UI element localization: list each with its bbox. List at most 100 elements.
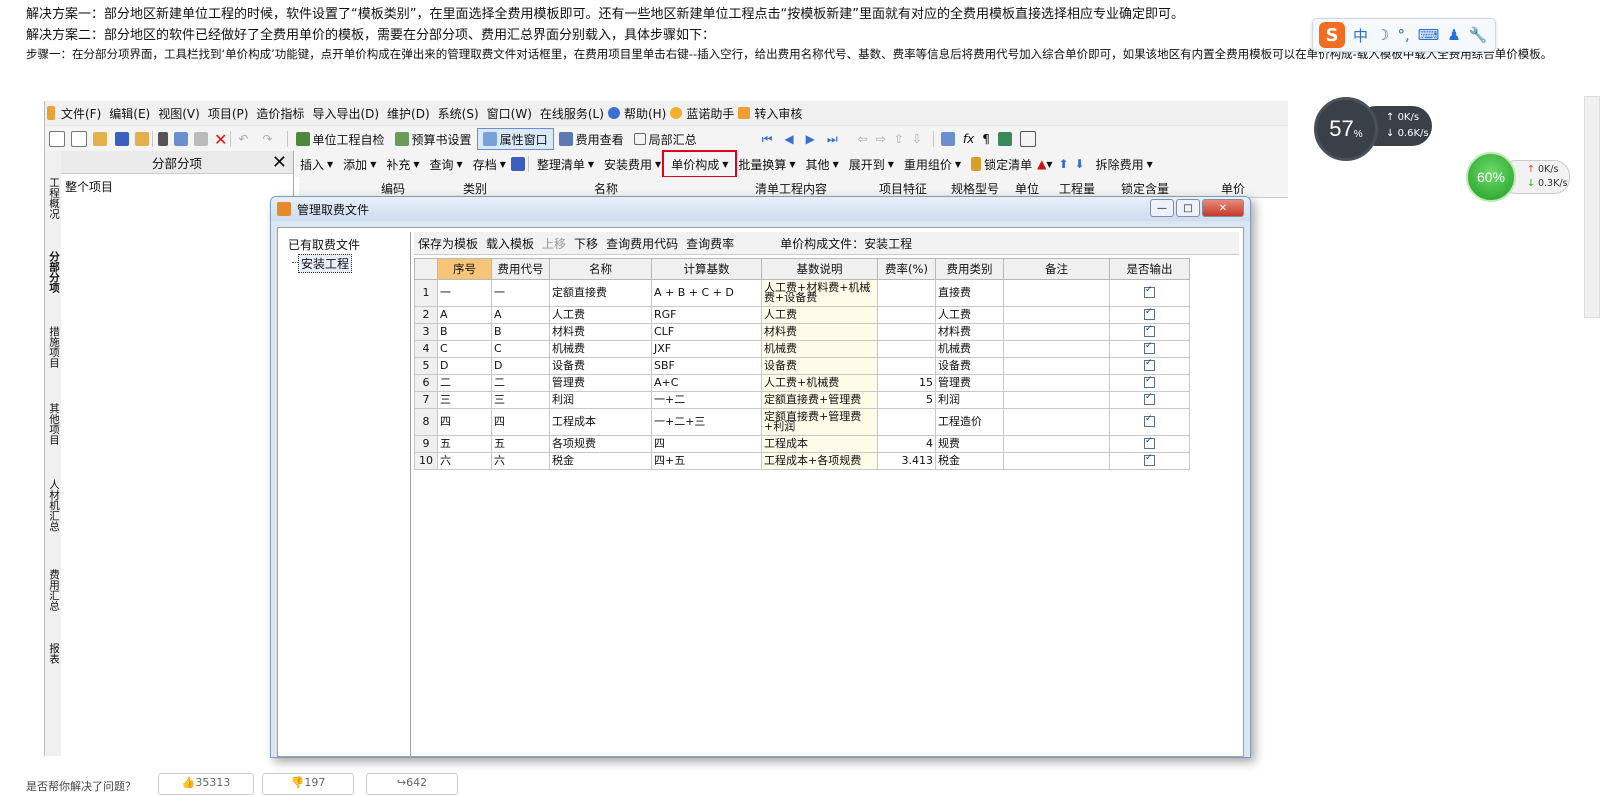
type-cell[interactable]: 人工费 [935, 306, 1004, 324]
output-checkbox[interactable] [1144, 375, 1155, 388]
col-code[interactable]: 费用代号 [491, 258, 550, 280]
calculator-icon[interactable] [940, 132, 955, 146]
name-cell[interactable]: 工程成本 [549, 408, 652, 436]
output-cell[interactable] [1109, 435, 1190, 453]
tab-materials[interactable]: 人材机汇总 [47, 479, 60, 532]
load-template-button[interactable]: 载入模板 [482, 235, 538, 252]
menu-maintain[interactable]: 维护(D) [383, 105, 434, 122]
query-fee-code-button[interactable]: 查询费用代码 [602, 235, 682, 252]
menu-edit[interactable]: 编辑(E) [105, 105, 154, 122]
note-cell[interactable] [1003, 323, 1110, 341]
wrench-icon[interactable]: 🔧 [1469, 26, 1488, 44]
output-cell[interactable] [1109, 306, 1190, 324]
rate-cell[interactable]: 15 [877, 374, 936, 392]
base-cell[interactable]: 一+二 [651, 391, 762, 409]
keyboard-icon[interactable]: ⌨ [1418, 26, 1440, 44]
col-desc[interactable]: 基数说明 [761, 258, 878, 280]
note-cell[interactable] [1003, 435, 1110, 453]
desc-cell[interactable]: 定额直接费+管理费 [761, 391, 878, 409]
table-row[interactable]: 8 四四工程成本 一+二+三 定额直接费+管理费+利润 工程造价 [414, 408, 1190, 436]
menu-project[interactable]: 项目(P) [204, 105, 253, 122]
table-row[interactable]: 7 三三利润 一+二 定额直接费+管理费 5 利润 [414, 391, 1190, 409]
rate-cell[interactable] [877, 408, 936, 436]
dropdown-icon[interactable]: ▼ [1046, 160, 1052, 169]
archive-button[interactable]: 存档 ▼ [468, 154, 511, 174]
demolition-fee-button[interactable]: 拆除费用 ▼ [1091, 154, 1158, 174]
base-cell[interactable]: 一+二+三 [651, 408, 762, 436]
tab-other-items[interactable]: 其他项目 [47, 403, 60, 445]
up-down-icons[interactable]: ⬆⬇ [1058, 157, 1090, 171]
output-checkbox[interactable] [1144, 392, 1155, 405]
rate-cell[interactable]: 3.413 [877, 452, 936, 470]
output-cell[interactable] [1109, 408, 1190, 436]
seq-cell[interactable]: 六 [437, 452, 492, 470]
note-cell[interactable] [1003, 391, 1110, 409]
code-cell[interactable]: B [491, 323, 550, 341]
list-icon[interactable] [1019, 131, 1036, 147]
query-button[interactable]: 查询 ▼ [425, 154, 468, 174]
type-cell[interactable]: 利润 [935, 391, 1004, 409]
organize-list-button[interactable]: 整理清单 ▼ [532, 154, 599, 174]
unit-price-composition-button[interactable]: 单价构成 ▼ [662, 150, 738, 178]
col-rate[interactable]: 费率(%) [877, 258, 936, 280]
menu-review[interactable]: 转入审核 [750, 105, 806, 122]
query-rate-button[interactable]: 查询费率 [682, 235, 738, 252]
name-cell[interactable]: 人工费 [549, 306, 652, 324]
rate-cell[interactable] [877, 340, 936, 358]
menu-assistant[interactable]: 蓝诺助手 [682, 105, 738, 122]
seq-cell[interactable]: D [437, 357, 492, 375]
memory-gauge[interactable]: 57% [1314, 97, 1378, 161]
cpu-gauge[interactable]: 60% [1466, 152, 1516, 202]
partial-summary-button[interactable]: 局部汇总 [629, 129, 702, 149]
tab-fee-summary[interactable]: 费用汇总 [47, 569, 60, 611]
base-cell[interactable]: A+C [651, 374, 762, 392]
reuse-price-button[interactable]: 重用组价 ▼ [899, 154, 966, 174]
output-checkbox[interactable] [1144, 285, 1155, 298]
seq-cell[interactable]: 一 [437, 279, 492, 307]
paragraph-icon[interactable]: ¶ [982, 132, 990, 146]
punctuation-icon[interactable]: °, [1397, 26, 1409, 44]
ime-toolbar[interactable]: S 中 ☽ °, ⌨ ♟ 🔧 [1312, 18, 1496, 52]
paste-icon[interactable] [194, 132, 208, 146]
base-cell[interactable]: SBF [651, 357, 762, 375]
seq-cell[interactable]: 四 [437, 408, 492, 436]
like-button[interactable]: 👍35313 [158, 773, 254, 795]
output-checkbox[interactable] [1144, 414, 1155, 427]
output-cell[interactable] [1109, 452, 1190, 470]
output-checkbox[interactable] [1144, 324, 1155, 337]
output-cell[interactable] [1109, 279, 1190, 307]
dislike-button[interactable]: 👎197 [262, 773, 354, 795]
rate-cell[interactable]: 4 [877, 435, 936, 453]
desc-cell[interactable]: 人工费+机械费 [761, 374, 878, 392]
code-cell[interactable]: A [491, 306, 550, 324]
copy-icon[interactable] [174, 132, 188, 146]
note-cell[interactable] [1003, 279, 1110, 307]
tree-node-install[interactable]: 安装工程 [298, 254, 353, 273]
install-fee-button[interactable]: 安装费用 ▼ [599, 154, 666, 174]
menu-view[interactable]: 视图(V) [154, 105, 204, 122]
code-cell[interactable]: 五 [491, 435, 550, 453]
insert-button[interactable]: 插入 ▼ [295, 154, 338, 174]
table-row[interactable]: 6 二二管理费 A+C 人工费+机械费 15 管理费 [414, 374, 1190, 392]
table-row[interactable]: 1 一一定额直接费 A + B + C + D 人工费+材料费+机械费+设备费 直接费 [414, 279, 1190, 307]
seq-cell[interactable]: A [437, 306, 492, 324]
other-button[interactable]: 其他 ▼ [801, 154, 844, 174]
name-cell[interactable]: 利润 [549, 391, 652, 409]
user-icon[interactable]: ♟ [1447, 26, 1460, 44]
properties-window-button[interactable]: 属性窗口 [476, 128, 554, 150]
col-note[interactable]: 备注 [1003, 258, 1110, 280]
moon-icon[interactable]: ☽ [1376, 26, 1389, 44]
base-cell[interactable]: JXF [651, 340, 762, 358]
note-cell[interactable] [1003, 340, 1110, 358]
seq-cell[interactable]: B [437, 323, 492, 341]
code-cell[interactable]: D [491, 357, 550, 375]
lock-list-button[interactable]: 锁定清单 [966, 154, 1037, 174]
note-cell[interactable] [1003, 374, 1110, 392]
desc-cell[interactable]: 人工费 [761, 306, 878, 324]
chinese-mode-icon[interactable]: 中 [1353, 25, 1368, 46]
output-checkbox[interactable] [1144, 341, 1155, 354]
add-button[interactable]: 添加 ▼ [338, 154, 381, 174]
base-cell[interactable]: RGF [651, 306, 762, 324]
seq-cell[interactable]: 二 [437, 374, 492, 392]
batch-convert-button[interactable]: 批量换算 ▼ [733, 154, 800, 174]
